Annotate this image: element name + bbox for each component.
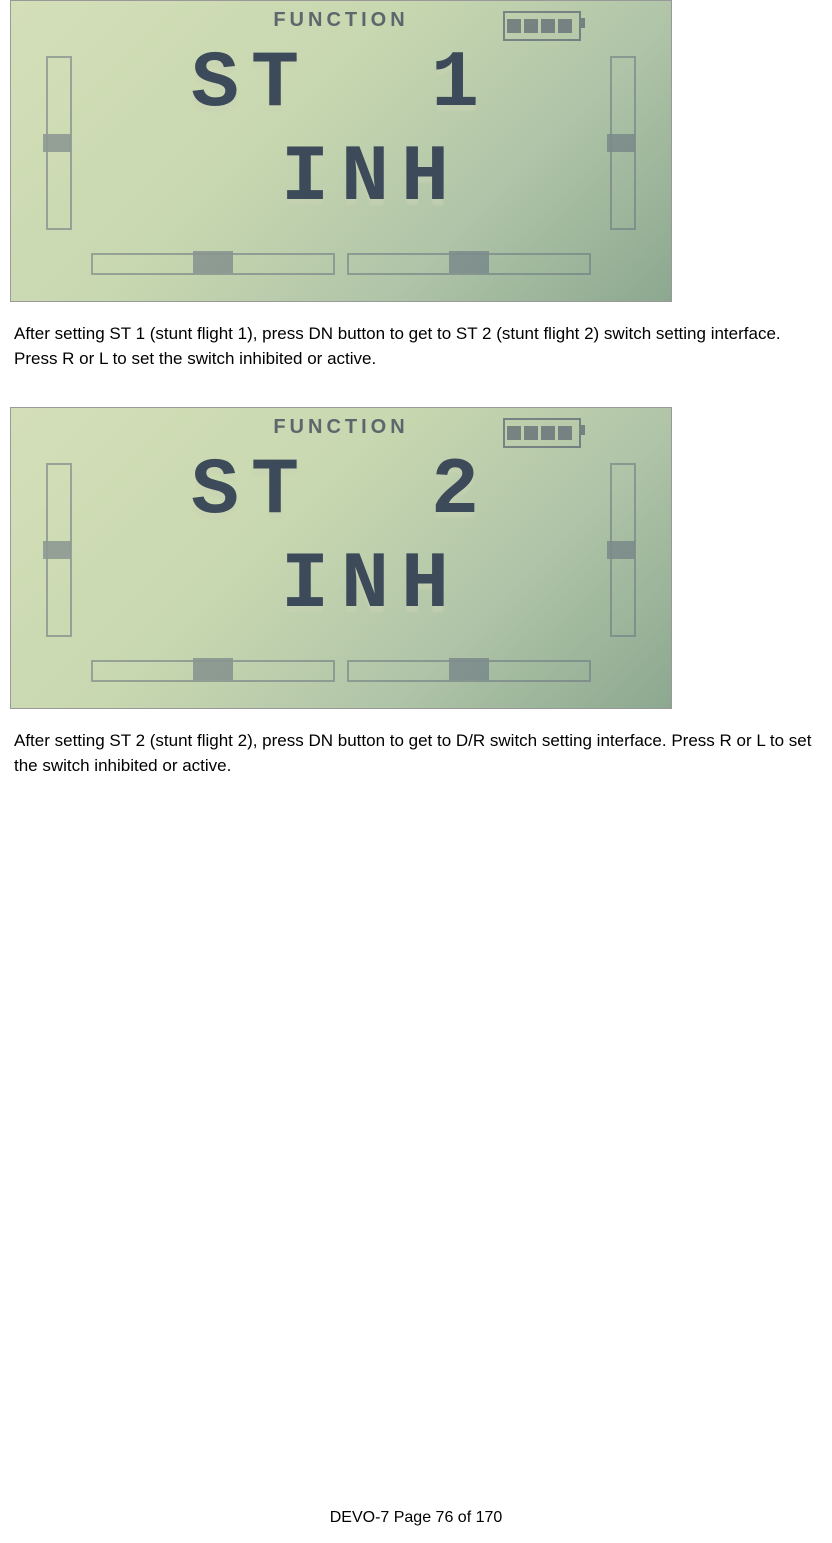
page-footer: DEVO-7 Page 76 of 170 — [0, 1509, 832, 1527]
manual-page: FUNCTION ST 1 INH After setting S — [0, 0, 832, 1543]
lcd-screenshot-st2: FUNCTION ST 2 INH — [10, 407, 672, 709]
battery-icon — [503, 11, 581, 41]
trim-slider — [193, 251, 233, 273]
battery-bar — [507, 19, 521, 33]
left-vertical-trim-bar — [46, 463, 72, 637]
battery-bar — [507, 426, 521, 440]
lcd-text-line1: ST 1 — [191, 39, 491, 130]
battery-bar — [558, 19, 572, 33]
right-vertical-trim-bar — [610, 56, 636, 230]
trim-slider — [193, 658, 233, 680]
left-horizontal-trim-bar — [91, 253, 335, 275]
battery-bar — [558, 426, 572, 440]
lcd-title: FUNCTION — [273, 416, 408, 439]
lcd-inner: FUNCTION ST 2 INH — [11, 408, 671, 708]
lcd-text-line1: ST 2 — [191, 446, 491, 537]
trim-slider — [43, 541, 71, 559]
battery-bar — [524, 19, 538, 33]
trim-slider — [607, 541, 635, 559]
trim-slider — [449, 658, 489, 680]
paragraph-2: After setting ST 2 (stunt flight 2), pre… — [10, 729, 822, 778]
left-vertical-trim-bar — [46, 56, 72, 230]
battery-bar — [541, 19, 555, 33]
left-horizontal-trim-bar — [91, 660, 335, 682]
right-horizontal-trim-bar — [347, 660, 591, 682]
lcd-inner: FUNCTION ST 1 INH — [11, 1, 671, 301]
right-vertical-trim-bar — [610, 463, 636, 637]
battery-bar — [541, 426, 555, 440]
trim-slider — [607, 134, 635, 152]
battery-bar — [524, 426, 538, 440]
lcd-text-line2: INH — [221, 540, 461, 631]
trim-slider — [43, 134, 71, 152]
lcd-text-line2: INH — [221, 133, 461, 224]
right-horizontal-trim-bar — [347, 253, 591, 275]
paragraph-1: After setting ST 1 (stunt flight 1), pre… — [10, 322, 822, 371]
lcd-screenshot-st1: FUNCTION ST 1 INH — [10, 0, 672, 302]
battery-icon — [503, 418, 581, 448]
lcd-title: FUNCTION — [273, 9, 408, 32]
trim-slider — [449, 251, 489, 273]
